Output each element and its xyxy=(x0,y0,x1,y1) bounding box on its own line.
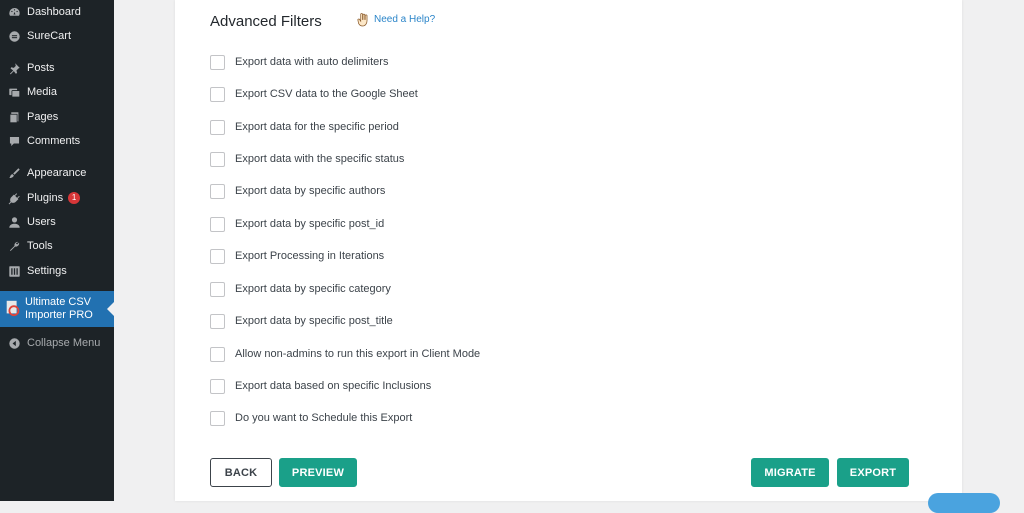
specific-period-checkbox[interactable] xyxy=(210,119,225,135)
admin-sidebar: Dashboard SureCart Posts Media Pages Com… xyxy=(0,0,114,501)
hand-icon xyxy=(357,13,368,27)
option-label: Export data with the specific status xyxy=(235,153,405,165)
filter-option: Export data with the specific status xyxy=(210,150,404,168)
option-label: Export data based on specific Inclusions xyxy=(235,380,432,392)
sidebar-item-label: Appearance xyxy=(27,167,87,179)
sidebar-item-label: Users xyxy=(27,216,56,228)
sidebar-item-posts[interactable]: Posts xyxy=(0,56,114,80)
dashboard-icon xyxy=(7,5,21,19)
auto-delimiters-checkbox[interactable] xyxy=(210,54,225,70)
update-count-badge: 1 xyxy=(68,192,81,204)
csv-importer-logo-icon xyxy=(4,299,22,317)
floating-help-button[interactable] xyxy=(928,493,1000,513)
filter-option: Allow non-admins to run this export in C… xyxy=(210,345,480,363)
active-indicator-arrow xyxy=(107,302,114,316)
option-label: Allow non-admins to run this export in C… xyxy=(235,348,481,360)
collapse-icon xyxy=(7,336,21,350)
help-link-label: Need a Help? xyxy=(374,14,436,25)
settings-icon xyxy=(7,264,21,278)
sidebar-item-comments[interactable]: Comments xyxy=(0,129,114,153)
migrate-button[interactable]: MIGRATE xyxy=(751,458,829,487)
iterations-checkbox[interactable] xyxy=(210,248,225,264)
option-label: Export data with auto delimiters xyxy=(235,56,389,68)
sidebar-item-dashboard[interactable]: Dashboard xyxy=(0,0,114,24)
need-help-link[interactable]: Need a Help? xyxy=(357,12,435,27)
filter-option: Export data with auto delimiters xyxy=(210,53,388,71)
specific-inclusions-checkbox[interactable] xyxy=(210,378,225,394)
option-label: Do you want to Schedule this Export xyxy=(235,412,413,424)
option-label: Export Processing in Iterations xyxy=(235,250,385,262)
filter-option: Export data by specific category xyxy=(210,280,391,298)
filter-option: Export CSV data to the Google Sheet xyxy=(210,85,418,103)
filter-option: Export Processing in Iterations xyxy=(210,247,384,265)
filter-option: Do you want to Schedule this Export xyxy=(210,409,412,427)
pin-icon xyxy=(7,61,21,75)
option-label: Export data by specific authors xyxy=(235,185,386,197)
sidebar-item-pages[interactable]: Pages xyxy=(0,105,114,129)
collapse-menu-label: Collapse Menu xyxy=(27,337,101,349)
wrench-icon xyxy=(7,239,21,253)
plugin-icon xyxy=(7,191,21,205)
media-icon xyxy=(7,85,21,99)
option-label: Export data by specific post_id xyxy=(235,218,385,230)
specific-status-checkbox[interactable] xyxy=(210,151,225,167)
collapse-menu-button[interactable]: Collapse Menu xyxy=(0,331,114,355)
sidebar-item-label: Comments xyxy=(27,135,81,147)
preview-button[interactable]: PREVIEW xyxy=(279,458,357,487)
specific-category-checkbox[interactable] xyxy=(210,281,225,297)
page-title: Advanced Filters xyxy=(210,13,322,30)
comments-icon xyxy=(7,134,21,148)
sidebar-item-label: Plugins xyxy=(27,192,64,204)
sidebar-item-label: Media xyxy=(27,86,57,98)
filter-option: Export data by specific authors xyxy=(210,182,385,200)
sidebar-item-label: Importer PRO xyxy=(25,309,93,321)
option-label: Export data by specific category xyxy=(235,283,391,295)
user-icon xyxy=(7,215,21,229)
sidebar-item-label: SureCart xyxy=(27,30,72,42)
surecart-icon xyxy=(7,29,21,43)
filter-option: Export data for the specific period xyxy=(210,118,399,136)
specific-authors-checkbox[interactable] xyxy=(210,183,225,199)
filter-option: Export data by specific post_id xyxy=(210,215,384,233)
sidebar-item-ultimate-csv-importer[interactable]: Ultimate CSV Importer PRO xyxy=(0,291,114,327)
sidebar-item-label: Tools xyxy=(27,240,53,252)
specific-post-title-checkbox[interactable] xyxy=(210,313,225,329)
option-label: Export data by specific post_title xyxy=(235,315,393,327)
sidebar-item-media[interactable]: Media xyxy=(0,80,114,104)
option-label: Export data for the specific period xyxy=(235,121,399,133)
back-button[interactable]: BACK xyxy=(210,458,272,487)
sidebar-item-label: Pages xyxy=(27,111,59,123)
sidebar-item-appearance[interactable]: Appearance xyxy=(0,161,114,185)
sidebar-item-settings[interactable]: Settings xyxy=(0,259,114,283)
sidebar-item-users[interactable]: Users xyxy=(0,210,114,234)
sidebar-item-surecart[interactable]: SureCart xyxy=(0,24,114,48)
export-button[interactable]: EXPORT xyxy=(837,458,909,487)
specific-post-id-checkbox[interactable] xyxy=(210,216,225,232)
filter-option: Export data by specific post_title xyxy=(210,312,393,330)
sidebar-item-label: Posts xyxy=(27,62,55,74)
client-mode-checkbox[interactable] xyxy=(210,346,225,362)
advanced-filters-panel: Advanced Filters Need a Help? Export dat… xyxy=(175,0,962,501)
pages-icon xyxy=(7,110,21,124)
sidebar-item-label: Settings xyxy=(27,265,67,277)
option-label: Export CSV data to the Google Sheet xyxy=(235,88,418,100)
sidebar-item-label: Dashboard xyxy=(27,6,81,18)
filter-option: Export data based on specific Inclusions xyxy=(210,377,431,395)
google-sheet-checkbox[interactable] xyxy=(210,86,225,102)
sidebar-item-tools[interactable]: Tools xyxy=(0,234,114,258)
brush-icon xyxy=(7,166,21,180)
sidebar-item-label: Ultimate CSV xyxy=(25,296,92,308)
schedule-export-checkbox[interactable] xyxy=(210,410,225,426)
sidebar-item-plugins[interactable]: Plugins 1 xyxy=(0,186,114,210)
